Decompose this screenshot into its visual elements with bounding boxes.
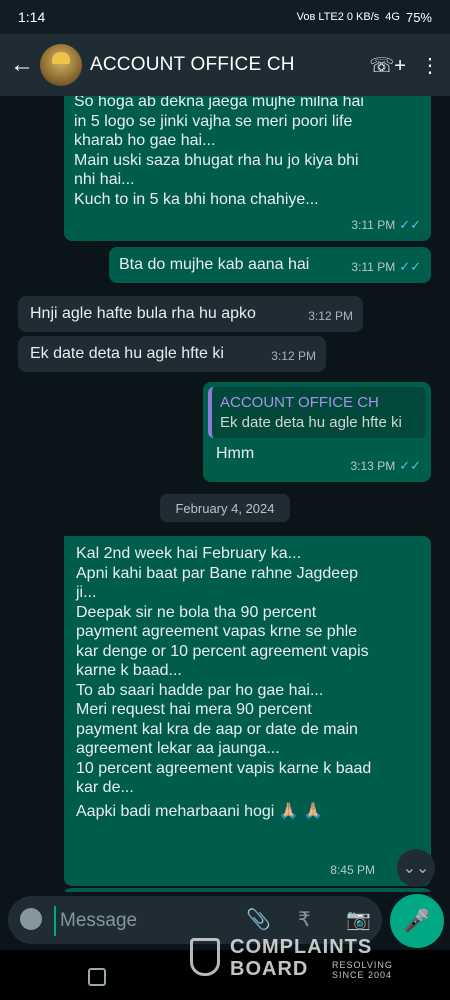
- message-bubble[interactable]: ACCOUNT OFFICE CH Ek date deta hu agle h…: [203, 382, 431, 482]
- message-bubble[interactable]: Ek date deta hu agle hfte ki 3:12 PM: [18, 336, 326, 372]
- watermark-logo: COMPLAINTS BOARD RESOLVING SINCE 2004: [190, 936, 412, 984]
- battery-level: 75%: [405, 9, 432, 25]
- read-receipt-icon: ✓✓: [399, 216, 421, 232]
- status-icons: Voʙ LTE2 0 KB/s 4G 75%: [297, 10, 432, 25]
- message-bubble[interactable]: Kal 2nd week hai February ka... Apni kah…: [64, 536, 431, 886]
- message-bubble[interactable]: So hoga ab dekna jaega mujhe milna hai i…: [64, 96, 431, 241]
- date-divider: February 4, 2024: [160, 494, 290, 522]
- message-list[interactable]: So hoga ab dekna jaega mujhe milna hai i…: [0, 96, 450, 892]
- status-bar: 1:14 Voʙ LTE2 0 KB/s 4G 75%: [0, 0, 450, 34]
- shield-icon: [190, 938, 220, 976]
- overflow-menu-icon[interactable]: ⋮: [420, 53, 440, 78]
- payment-rupee-icon[interactable]: ₹: [298, 907, 311, 932]
- message-meta: 8:45 PM: [330, 862, 375, 877]
- signal-indicator: 4G: [385, 11, 400, 23]
- read-receipt-icon: ✓✓: [399, 457, 421, 473]
- message-meta: 3:11 PM ✓✓: [351, 258, 421, 274]
- message-bubble[interactable]: Bta do mujhe kab aana hai 3:11 PM ✓✓: [109, 247, 431, 283]
- message-bubble[interactable]: Hnji agle hafte bula rha hu apko 3:12 PM: [18, 296, 363, 332]
- message-meta: 3:12 PM: [308, 308, 353, 323]
- back-arrow-icon[interactable]: ←: [10, 51, 36, 79]
- add-call-icon[interactable]: ☏+: [369, 53, 406, 78]
- scroll-to-bottom-icon[interactable]: ⌄⌄: [397, 849, 435, 887]
- contact-name[interactable]: ACCOUNT OFFICE CH: [90, 54, 355, 76]
- message-meta: 3:13 PM ✓✓: [350, 457, 422, 473]
- camera-icon[interactable]: 📷: [346, 907, 371, 932]
- message-meta: 3:12 PM: [271, 348, 316, 363]
- message-input[interactable]: [54, 906, 242, 936]
- recents-icon[interactable]: [88, 968, 106, 986]
- emoji-icon[interactable]: [20, 908, 42, 930]
- status-time: 1:14: [18, 9, 46, 25]
- attach-icon[interactable]: 📎: [246, 907, 271, 932]
- quoted-message[interactable]: ACCOUNT OFFICE CH Ek date deta hu agle h…: [208, 387, 426, 438]
- message-meta: 3:11 PM ✓✓: [351, 216, 421, 232]
- quoted-sender: ACCOUNT OFFICE CH: [220, 394, 379, 411]
- network-indicator: Voʙ LTE2 0 KB/s: [296, 11, 380, 23]
- chat-header: ← ACCOUNT OFFICE CH ☏+ ⋮: [0, 34, 450, 96]
- contact-avatar[interactable]: [40, 44, 82, 86]
- quoted-text: Ek date deta hu agle hfte ki: [220, 413, 402, 431]
- read-receipt-icon: ✓✓: [399, 258, 421, 274]
